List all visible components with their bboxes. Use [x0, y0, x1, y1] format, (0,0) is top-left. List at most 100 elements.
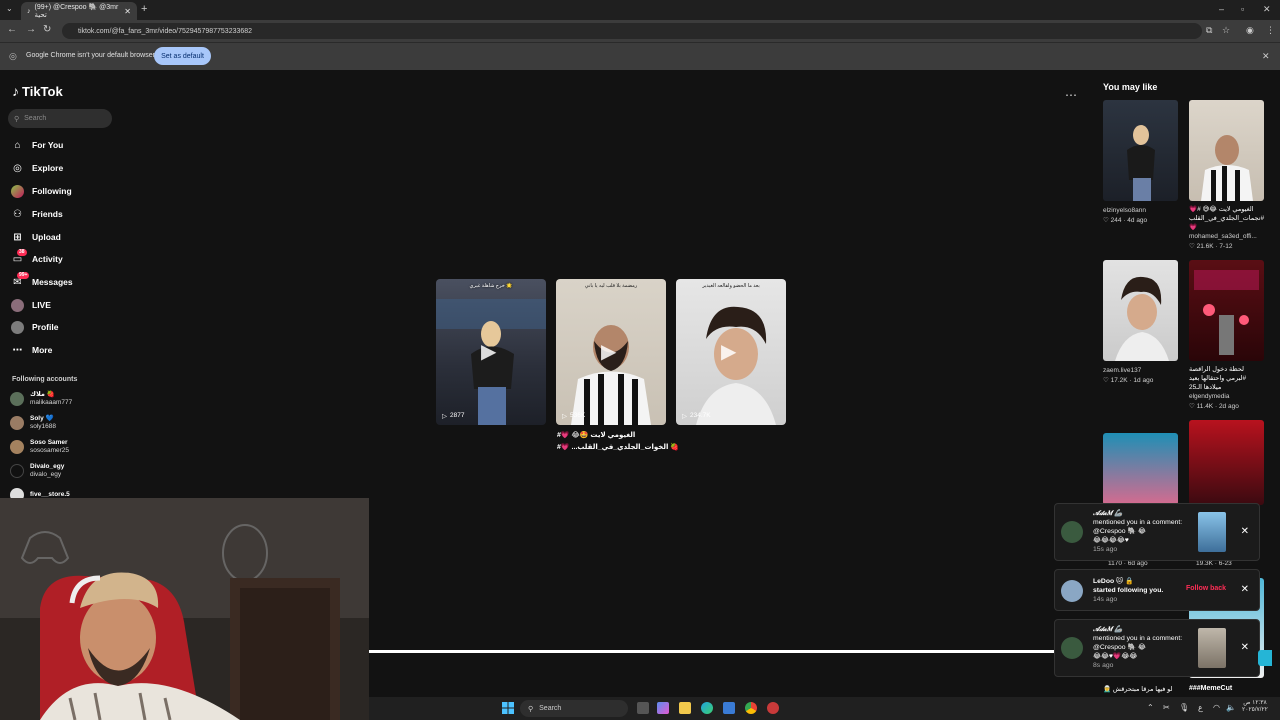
- bookmark-star-icon[interactable]: ☆: [1222, 25, 1230, 36]
- notification-mention[interactable]: 𝒜𝒹𝒶𝑀 🦾 mentioned you in a comment: @Cres…: [1054, 503, 1260, 561]
- nav-profile[interactable]: Profile: [11, 318, 111, 336]
- recommended-video-card[interactable]: الغيومي لايت 😂😅 #💗 #نجمات_الجلدي_في_القل…: [1189, 100, 1264, 252]
- avatar: [10, 464, 24, 478]
- following-account[interactable]: Soly 💙 soly1688: [10, 412, 120, 434]
- copilot-icon[interactable]: [657, 702, 669, 714]
- file-explorer-icon[interactable]: [679, 702, 691, 714]
- taskbar-clock[interactable]: ١٢:٣٨ ص ٢٠٢٥/٧/٢٢: [1242, 700, 1268, 714]
- play-icon[interactable]: ▶: [481, 339, 496, 364]
- windows-start-icon[interactable]: [502, 702, 514, 714]
- post-age: 7-12: [1219, 243, 1233, 250]
- more-options-icon[interactable]: ⋯: [1065, 88, 1077, 102]
- close-tab-icon[interactable]: ✕: [124, 7, 131, 16]
- recommended-video-card[interactable]: لحظة دخول الراقصة #لبرمي واحتقالها بعيد …: [1189, 260, 1264, 412]
- video-caption-overlay: خرج شاهلة غيري 🌟: [469, 283, 513, 289]
- nav-friends[interactable]: ⚇ Friends: [11, 205, 111, 223]
- recommended-video-card[interactable]: zaem.live137 ♡ 17.2K · 1d ago: [1103, 260, 1178, 386]
- close-window-icon[interactable]: ✕: [1263, 4, 1271, 15]
- new-tab-icon[interactable]: +: [141, 3, 147, 15]
- active-tab[interactable]: ♪ (99+) @Crespoo 🐘 @3mr تحية ✕: [21, 2, 137, 20]
- search-input[interactable]: ⚲ Search: [8, 109, 112, 128]
- video-card[interactable]: بعد ما الحضو ولقالعه الغيدير ▶ ▷ 234.7K: [676, 279, 786, 425]
- notification-video-thumbnail[interactable]: [1198, 512, 1226, 552]
- volume-icon[interactable]: 🔈: [1226, 703, 1236, 712]
- tray-chevron-icon[interactable]: ⌃: [1147, 703, 1154, 712]
- edge-icon[interactable]: [701, 702, 713, 714]
- install-app-icon[interactable]: ⧉: [1206, 25, 1212, 36]
- following-account[interactable]: ملاك 🍓 malikaaam777: [10, 388, 120, 410]
- video-card[interactable]: خرج شاهلة غيري 🌟 ▶ ▷ 2877: [436, 279, 546, 425]
- tab-search-icon[interactable]: ⌄: [6, 4, 13, 13]
- app-icon[interactable]: [767, 702, 779, 714]
- tiktok-favicon-icon: ♪: [27, 7, 31, 15]
- wifi-icon[interactable]: ◠: [1213, 703, 1220, 712]
- profile-avatar-icon[interactable]: ◉: [1246, 25, 1254, 36]
- close-notification-icon[interactable]: ✕: [1241, 642, 1249, 653]
- nav-more[interactable]: ⋯ More: [11, 341, 111, 359]
- minimize-icon[interactable]: –: [1219, 4, 1224, 14]
- microphone-icon[interactable]: 🎙: [1179, 703, 1189, 712]
- tray-app-icon[interactable]: ✂: [1163, 703, 1170, 712]
- address-bar[interactable]: tiktok.com/@fa_fans_3mr/video/7529457987…: [62, 23, 1202, 39]
- close-notification-icon[interactable]: ✕: [1241, 584, 1249, 595]
- like-count: 11.4K: [1196, 403, 1214, 410]
- tiktok-logo[interactable]: ♪ TikTok: [12, 83, 63, 99]
- follow-back-button[interactable]: Follow back: [1186, 585, 1226, 592]
- tab-strip: [0, 0, 1280, 20]
- chat-icon[interactable]: [1258, 650, 1272, 666]
- recommended-thumbnail[interactable]: [1189, 420, 1264, 505]
- close-infobar-icon[interactable]: ✕: [1262, 51, 1270, 62]
- nav-upload[interactable]: ⊞ Upload: [11, 228, 111, 246]
- notification-follow[interactable]: LeDoo 🐱 🔒 started following you. 14s ago…: [1054, 569, 1260, 611]
- view-count-text: 234.7K: [690, 412, 711, 419]
- recommended-thumbnail[interactable]: [1103, 433, 1178, 505]
- video-card[interactable]: رمضمة بلا قلب ليه يا باني ▶ ▷ 536K: [556, 279, 666, 425]
- video-caption-overlay: رمضمة بلا قلب ليه يا باني: [584, 283, 638, 289]
- notification-username: 𝒜𝒹𝒶𝑀 🦾: [1093, 510, 1123, 517]
- nav-label: Profile: [32, 322, 59, 332]
- nav-messages[interactable]: ✉ 99+ Messages: [11, 271, 111, 291]
- reload-icon[interactable]: ↻: [43, 24, 51, 35]
- notification-mention[interactable]: 𝒜𝒹𝒶𝑀 🦾 mentioned you in a comment: @Cres…: [1054, 619, 1260, 677]
- nav-live[interactable]: LIVE: [11, 296, 111, 314]
- input-language[interactable]: ع: [1198, 703, 1203, 712]
- account-name: Soso Samer: [30, 439, 68, 446]
- notification-time: 15s ago: [1093, 546, 1118, 553]
- view-count: ▷ 536K: [562, 412, 585, 420]
- play-icon[interactable]: ▶: [721, 339, 736, 364]
- taskbar-search[interactable]: ⚲ Search: [520, 700, 628, 717]
- notification-video-thumbnail[interactable]: [1198, 628, 1226, 668]
- recommended-thumbnail: [1189, 260, 1264, 361]
- following-account[interactable]: Soso Samer sososamer25: [10, 436, 120, 458]
- notification-text: 𝒜𝒹𝒶𝑀 🦾 mentioned you in a comment: @Cres…: [1093, 509, 1203, 554]
- back-icon[interactable]: ←: [7, 24, 17, 35]
- video-caption-overlay: بعد ما الحضو ولقالعه الغيدير: [702, 283, 760, 289]
- nav-activity[interactable]: ▭ 38 Activity: [11, 248, 111, 268]
- following-accounts-header: Following accounts: [12, 376, 78, 383]
- close-notification-icon[interactable]: ✕: [1241, 526, 1249, 537]
- recommended-username: elzinyelso8ann: [1103, 207, 1147, 214]
- video-caption[interactable]: #💗 😂🤩 الغيومي لايت #💗 ...الخوات_الجلدي_ف…: [557, 430, 679, 454]
- task-view-icon[interactable]: [637, 702, 649, 714]
- maximize-icon[interactable]: ▫: [1241, 4, 1244, 14]
- video-progress-bar[interactable]: [369, 650, 1054, 653]
- browser-menu-icon[interactable]: ⋮: [1266, 25, 1275, 36]
- chrome-taskbar-icon[interactable]: [745, 702, 757, 714]
- recommended-stats: ♡ 17.2K · 1d ago: [1103, 377, 1154, 384]
- nav-following[interactable]: Following: [11, 182, 111, 200]
- post-age: 6-23: [1218, 560, 1232, 567]
- notification-emoji: 😂😂♥💗😂😂: [1093, 653, 1138, 660]
- forward-icon[interactable]: →: [26, 24, 36, 35]
- nav-explore[interactable]: ◎ Explore: [11, 159, 111, 177]
- set-default-button[interactable]: Set as default: [154, 47, 211, 65]
- nav-for-you[interactable]: ⌂ For You: [11, 136, 111, 154]
- clock-date: ٢٠٢٥/٧/٢٢: [1242, 707, 1268, 713]
- recommended-stats: ♡ 11.4K · 2d ago: [1189, 403, 1239, 410]
- avatar: [1061, 521, 1083, 543]
- notification-emoji: 😂😂😂😂♥: [1093, 537, 1129, 544]
- following-account[interactable]: Divalo_egy divalo_egy: [10, 460, 120, 482]
- play-icon[interactable]: ▶: [601, 339, 616, 364]
- store-icon[interactable]: [723, 702, 735, 714]
- recommended-video-card[interactable]: elzinyelso8ann ♡ 244 · 4d ago: [1103, 100, 1178, 226]
- recommended-title: 🧝‍♂️ لو فيها مرقا مبتحرقش: [1103, 686, 1173, 693]
